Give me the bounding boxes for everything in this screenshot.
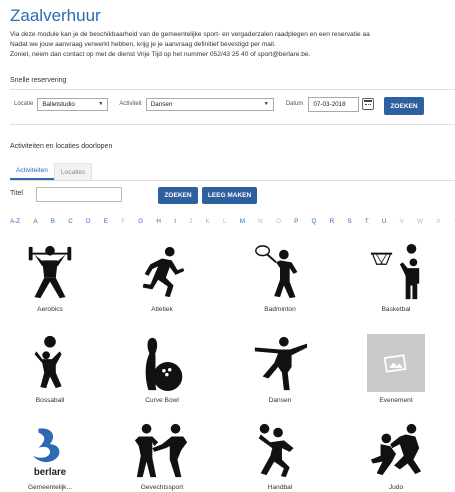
alphabet-letter-w[interactable]: W [417, 218, 423, 225]
intro-line-1: Via deze module kan je de beschikbaarhei… [10, 31, 370, 38]
alphabet-letter-j[interactable]: J [189, 218, 192, 225]
judo-icon [366, 420, 426, 480]
title-filter-input[interactable] [36, 187, 122, 202]
calendar-icon[interactable] [362, 98, 375, 110]
alphabet-letter-v[interactable]: V [400, 218, 404, 225]
intro-text: Via deze module kan je de beschikbaarhei… [10, 30, 455, 60]
alphabet-letter-l[interactable]: L [223, 218, 227, 225]
aerobics-icon [20, 242, 80, 302]
date-value: 07-03-2018 [313, 100, 346, 108]
alphabet-letter-d[interactable]: D [86, 218, 91, 225]
alphabet-letter-o[interactable]: O [276, 218, 281, 225]
alphabet-letter-f[interactable]: F [121, 218, 125, 225]
activity-label: Evenement [379, 397, 413, 404]
divider [10, 89, 455, 90]
activity-label: Gemeentelijk... [28, 484, 72, 491]
basketball-icon [366, 242, 426, 302]
chevron-down-icon: ▼ [98, 101, 104, 107]
activity-tile-curve-bowl[interactable]: Curve Bowl [112, 333, 212, 404]
image-placeholder-icon [366, 333, 426, 393]
alphabet-letter-e[interactable]: E [104, 218, 108, 225]
date-input[interactable]: 07-03-2018 [308, 96, 360, 112]
alphabet-letter-g[interactable]: G [138, 218, 143, 225]
alphabet-letter-t[interactable]: T [365, 218, 369, 225]
title-filter-label: Titel [10, 190, 23, 197]
clear-button[interactable]: LEEG MAKEN [202, 187, 257, 204]
browse-tabs: Activiteiten Locaties [10, 163, 93, 180]
quick-reservation-form: Locatie Balletstudio ▼ Activiteit Dansen… [14, 94, 375, 114]
activity-select[interactable]: Dansen ▼ [145, 97, 274, 111]
alphabet-letter-n[interactable]: N [258, 218, 263, 225]
alphabet-letter-q[interactable]: Q [311, 218, 316, 225]
bowling-icon [132, 333, 192, 393]
alphabet-letter-p[interactable]: P [294, 218, 298, 225]
alphabet-letter-i[interactable]: I [174, 218, 176, 225]
quick-reservation-heading: Snelle reservering [10, 77, 67, 84]
tab-activiteiten[interactable]: Activiteiten [10, 163, 54, 180]
intro-line-2: Nadat we jouw aanvraag verwerkt hebben, … [10, 41, 276, 48]
activity-tile-atletiek[interactable]: Atletiek [112, 242, 212, 313]
bossaball-icon [20, 333, 80, 393]
activity-label: Atletiek [151, 306, 173, 313]
activity-label: Badminton [264, 306, 296, 313]
activity-label: Dansen [268, 397, 292, 404]
alphabet-letter-x[interactable]: X [436, 218, 440, 225]
page-title: Zaalverhuur [10, 6, 101, 25]
location-label: Locatie [14, 101, 34, 107]
activity-label: Basketbal [381, 306, 411, 313]
browse-heading: Activiteiten en locaties doorlopen [10, 143, 113, 150]
handball-icon [250, 420, 310, 480]
date-label: Datum [285, 101, 304, 107]
chevron-down-icon: ▼ [263, 101, 269, 107]
tabs-divider [10, 180, 455, 181]
running-icon [132, 242, 192, 302]
alphabet-letter-u[interactable]: U [382, 218, 387, 225]
activity-tile-badminton[interactable]: Badminton [230, 242, 330, 313]
activity-label: Handbal [267, 484, 293, 491]
quick-search-button[interactable]: ZOEKEN [384, 97, 424, 115]
alphabet-letter-s[interactable]: S [347, 218, 351, 225]
alphabet-letter-r[interactable]: R [330, 218, 335, 225]
alphabet-letter-c[interactable]: C [68, 218, 73, 225]
location-select[interactable]: Balletstudio ▼ [37, 97, 109, 111]
alphabet-filter: A-ZABCDEFGHIJKLMNOPQRSTUVWXY [10, 218, 455, 225]
berlare-logo: berlare [20, 420, 80, 480]
activity-label: Curve Bowl [145, 397, 179, 404]
activity-tile-gevechtssport[interactable]: Gevechtssport [112, 420, 212, 491]
activity-label: Aerobics [37, 306, 63, 313]
activity-tile-handbal[interactable]: Handbal [230, 420, 330, 491]
activity-select-value: Dansen [150, 100, 173, 108]
alphabet-letter-m[interactable]: M [240, 218, 245, 225]
alphabet-letter-k[interactable]: K [206, 218, 210, 225]
location-select-value: Balletstudio [42, 100, 75, 108]
activity-label: Judo [388, 484, 404, 491]
alphabet-letter-h[interactable]: H [156, 218, 161, 225]
activity-label: Gevechtssport [140, 484, 184, 491]
intro-line-3: Zoniet, neem dan contact op met de diens… [10, 51, 311, 58]
svg-text:berlare: berlare [34, 467, 67, 478]
activity-tile-judo[interactable]: Judo [346, 420, 446, 491]
activity-label: Activiteit [119, 101, 142, 107]
activity-tile-dansen[interactable]: Dansen [230, 333, 330, 404]
combat-sport-icon [132, 420, 192, 480]
activity-tile-bossaball[interactable]: Bossaball [0, 333, 100, 404]
alphabet-letter-a[interactable]: A [33, 218, 37, 225]
browse-search-button[interactable]: ZOEKEN [158, 187, 198, 204]
badminton-icon [250, 242, 310, 302]
activity-tile-evenement[interactable]: Evenement [346, 333, 446, 404]
divider [10, 124, 455, 125]
dance-icon [250, 333, 310, 393]
activity-tile-aerobics[interactable]: Aerobics [0, 242, 100, 313]
activity-label: Bossaball [35, 397, 65, 404]
alphabet-letter-b[interactable]: B [51, 218, 55, 225]
activity-tile-gemeentelijk[interactable]: berlare Gemeentelijk... [0, 420, 100, 491]
activity-tile-basketbal[interactable]: Basketbal [346, 242, 446, 313]
tab-locaties[interactable]: Locaties [53, 163, 93, 180]
alphabet-letter-all[interactable]: A-Z [10, 218, 20, 225]
